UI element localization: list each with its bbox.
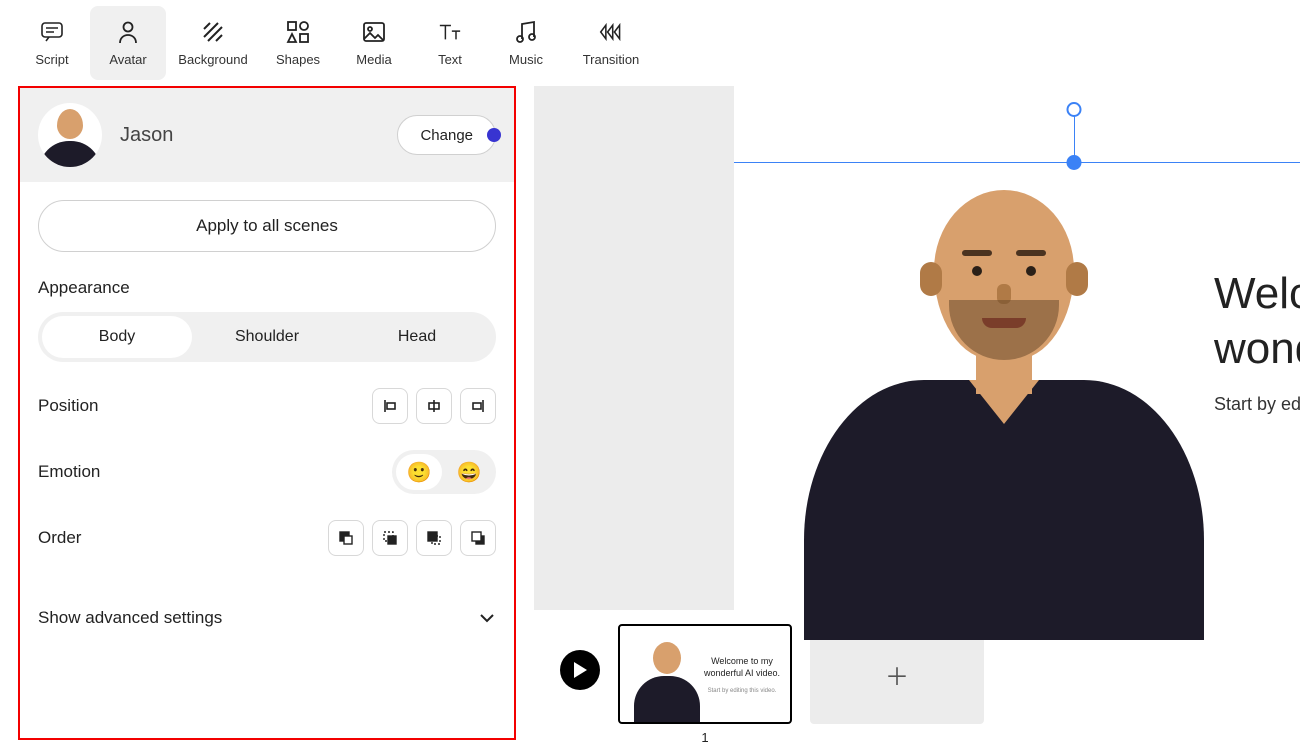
emotion-toggle: 🙂 😄: [392, 450, 496, 494]
text-icon: [438, 20, 462, 44]
appearance-option-head[interactable]: Head: [342, 316, 492, 358]
tab-label: Music: [509, 52, 543, 67]
tab-label: Text: [438, 52, 462, 67]
emotion-happy-button[interactable]: 😄: [446, 454, 492, 490]
transition-icon: [599, 20, 623, 44]
appearance-option-body[interactable]: Body: [42, 316, 192, 358]
emotion-label: Emotion: [38, 462, 100, 482]
media-icon: [362, 20, 386, 44]
chevron-down-icon: [478, 612, 496, 624]
shapes-icon: [286, 20, 310, 44]
tab-label: Background: [178, 52, 247, 67]
tab-shapes[interactable]: Shapes: [260, 6, 336, 80]
tab-label: Media: [356, 52, 391, 67]
avatar-thumbnail[interactable]: [38, 103, 102, 167]
avatar-on-canvas[interactable]: [794, 190, 1214, 610]
bring-forward-button[interactable]: [372, 520, 408, 556]
thumb-headline: Welcome to my wonderful AI video.: [702, 656, 782, 679]
tab-label: Transition: [583, 52, 640, 67]
bring-to-front-button[interactable]: [328, 520, 364, 556]
emotion-neutral-button[interactable]: 🙂: [396, 454, 442, 490]
tab-background[interactable]: Background: [166, 6, 260, 80]
thumb-subtext: Start by editing this video.: [702, 688, 782, 694]
avatar-icon: [116, 20, 140, 44]
tab-label: Avatar: [109, 52, 146, 67]
align-left-button[interactable]: [372, 388, 408, 424]
tab-music[interactable]: Music: [488, 6, 564, 80]
change-avatar-button[interactable]: Change: [397, 115, 496, 155]
position-label: Position: [38, 396, 98, 416]
selection-rotate-handle[interactable]: [1067, 102, 1082, 117]
tab-label: Script: [35, 52, 68, 67]
appearance-option-shoulder[interactable]: Shoulder: [192, 316, 342, 358]
panel-header: Jason Change: [20, 88, 514, 182]
align-right-button[interactable]: [460, 388, 496, 424]
slide-text-block[interactable]: Welcome to my wonderful AI video. Start …: [1214, 266, 1300, 415]
canvas-area: Welcome to my wonderful AI video. Start …: [534, 80, 1300, 740]
selection-guideline: [734, 162, 1300, 163]
show-advanced-toggle[interactable]: Show advanced settings: [38, 608, 496, 636]
tab-transition[interactable]: Transition: [564, 6, 658, 80]
align-center-button[interactable]: [416, 388, 452, 424]
appearance-segmented-control: Body Shoulder Head: [38, 312, 496, 362]
tab-script[interactable]: Script: [14, 6, 90, 80]
appearance-label: Appearance: [38, 278, 496, 298]
slide-subtext: Start by editing this video.: [1214, 394, 1300, 415]
tab-media[interactable]: Media: [336, 6, 412, 80]
notification-dot: [487, 128, 501, 142]
slide-headline: Welcome to my wonderful AI video.: [1214, 266, 1300, 376]
play-button[interactable]: [560, 650, 600, 690]
tab-avatar[interactable]: Avatar: [90, 6, 166, 80]
music-icon: [514, 20, 538, 44]
tab-text[interactable]: Text: [412, 6, 488, 80]
slide-stage[interactable]: Welcome to my wonderful AI video. Start …: [534, 86, 1300, 610]
slide-canvas[interactable]: Welcome to my wonderful AI video. Start …: [734, 86, 1300, 610]
top-toolbar: Script Avatar Background Shapes Media Te…: [0, 0, 1300, 80]
background-icon: [201, 20, 225, 44]
script-icon: [40, 20, 64, 44]
scene-index: 1: [701, 730, 708, 745]
send-backward-button[interactable]: [416, 520, 452, 556]
order-label: Order: [38, 528, 81, 548]
send-to-back-button[interactable]: [460, 520, 496, 556]
avatar-settings-panel: Jason Change Apply to all scenes Appeara…: [18, 86, 516, 740]
tab-label: Shapes: [276, 52, 320, 67]
plus-icon: ＋: [885, 657, 909, 692]
scene-thumbnail-1[interactable]: Welcome to my wonderful AI video. Start …: [618, 624, 792, 724]
apply-to-all-scenes-button[interactable]: Apply to all scenes: [38, 200, 496, 252]
avatar-name: Jason: [120, 124, 173, 147]
